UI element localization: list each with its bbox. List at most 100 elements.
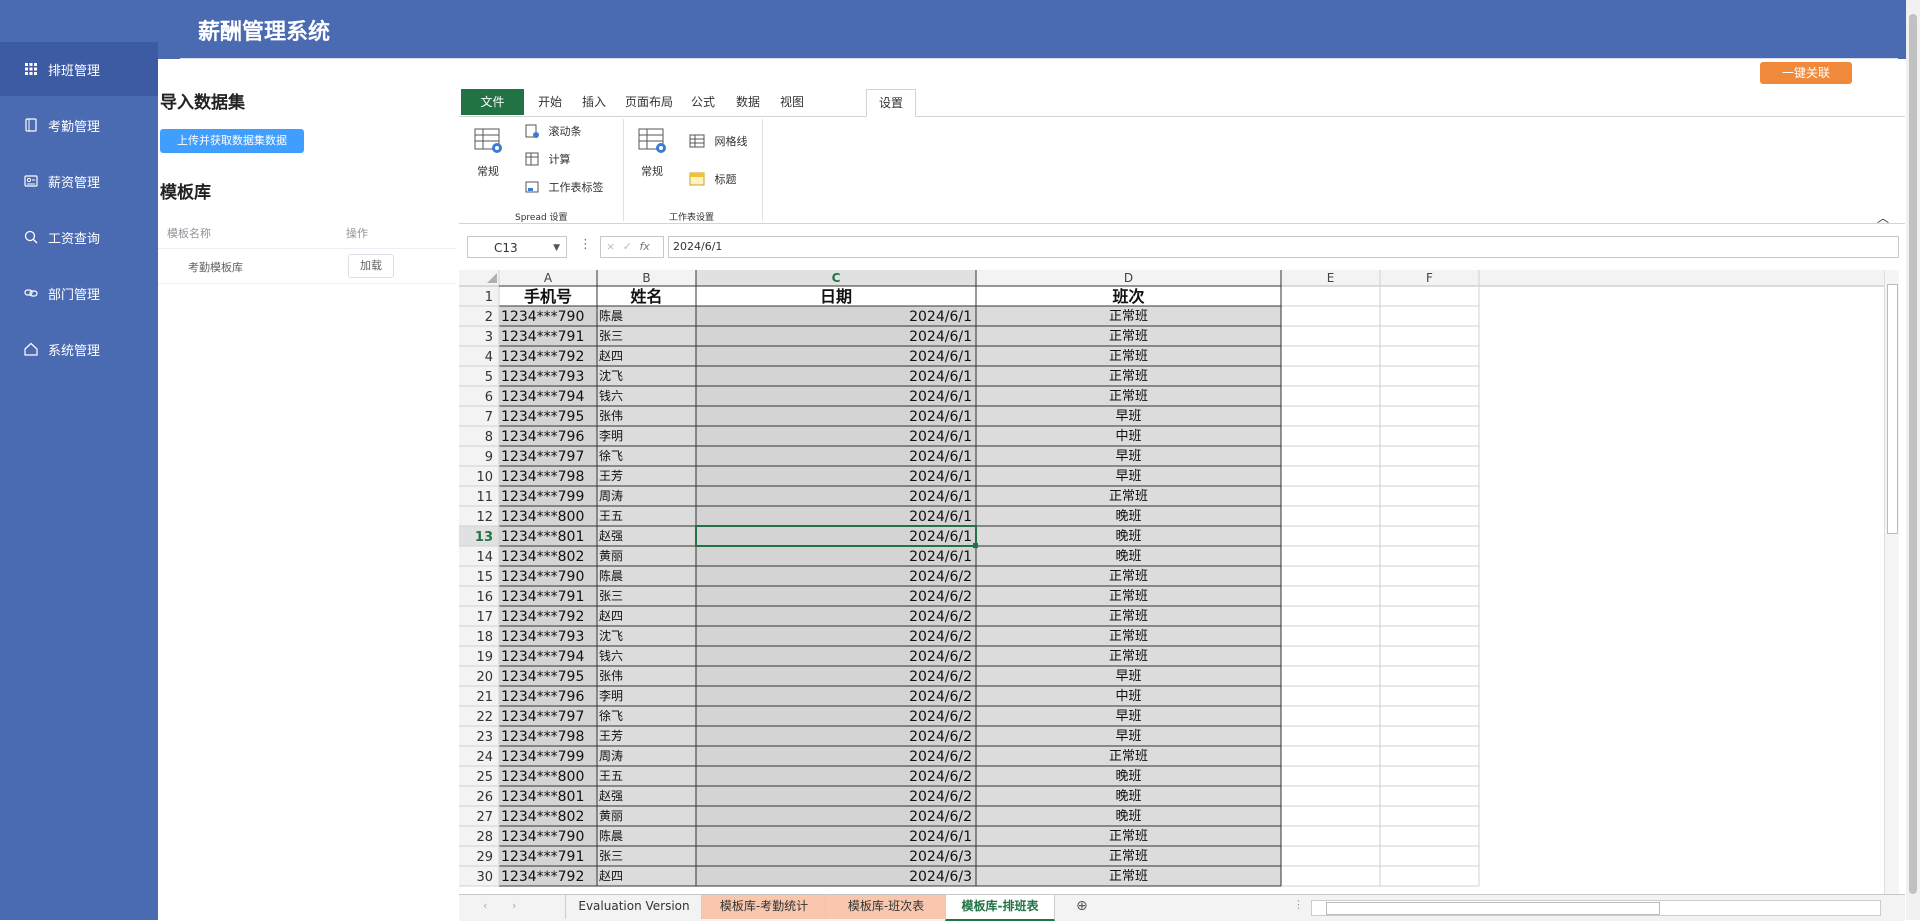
gridlines-setting-button[interactable]: 网格线 [689, 133, 748, 151]
sheet-tab-schedule[interactable]: 模板库-排班表 [945, 895, 1055, 921]
row-header-29[interactable]: 29 [476, 850, 493, 865]
row-header-3[interactable]: 3 [485, 330, 493, 345]
row-header-12[interactable]: 12 [476, 510, 493, 525]
cell-phone[interactable]: 1234***796 [501, 429, 584, 445]
row-header-27[interactable]: 27 [476, 810, 493, 825]
column-header-d[interactable]: D [1124, 271, 1133, 285]
cell-date[interactable]: 2024/6/2 [909, 749, 972, 765]
row-header-16[interactable]: 16 [476, 590, 493, 605]
tab-splitter-icon[interactable]: ⋮ [1293, 898, 1304, 911]
cell-shift[interactable]: 中班 [1115, 689, 1141, 704]
cell-name[interactable]: 王五 [599, 769, 623, 783]
row-header-1[interactable]: 1 [485, 290, 493, 305]
cancel-icon[interactable]: × [606, 240, 615, 253]
vertical-scrollbar[interactable] [1884, 270, 1899, 894]
cell-name[interactable]: 周涛 [599, 488, 623, 503]
cell-phone[interactable]: 1234***791 [501, 589, 584, 605]
calculation-setting-button[interactable]: 计算 [525, 151, 571, 169]
cell-name[interactable]: 沈飞 [599, 628, 623, 643]
cell-name[interactable]: 陈晨 [599, 568, 623, 583]
cell-shift[interactable]: 正常班 [1109, 849, 1148, 864]
cell-shift[interactable]: 正常班 [1109, 369, 1148, 384]
cell-date[interactable]: 2024/6/1 [909, 489, 972, 505]
cell-name[interactable]: 张伟 [599, 669, 623, 683]
cell-shift[interactable]: 正常班 [1109, 869, 1148, 884]
sidebar-item-department[interactable]: 部门管理 [0, 266, 158, 320]
row-header-2[interactable]: 2 [485, 310, 493, 325]
formula-input[interactable]: 2024/6/1 [668, 236, 1899, 258]
sheet-tab-shift-table[interactable]: 模板库-班次表 [825, 895, 946, 919]
headers-setting-button[interactable]: 标题 [689, 171, 737, 189]
cell-shift[interactable]: 晚班 [1115, 549, 1141, 564]
cell-phone[interactable]: 1234***790 [501, 829, 584, 845]
row-header-19[interactable]: 19 [476, 650, 493, 665]
cell-shift[interactable]: 晚班 [1115, 509, 1141, 524]
sidebar-item-scheduling[interactable]: 排班管理 [0, 42, 158, 96]
cell-phone[interactable]: 1234***792 [501, 609, 584, 625]
cell-name[interactable]: 赵强 [599, 789, 623, 803]
cell-date[interactable]: 2024/6/1 [909, 369, 972, 385]
cell-phone[interactable]: 1234***793 [501, 629, 584, 645]
cell-shift[interactable]: 正常班 [1109, 749, 1148, 764]
row-header-6[interactable]: 6 [485, 390, 493, 405]
cell-name[interactable]: 黄丽 [599, 549, 623, 563]
row-header-5[interactable]: 5 [485, 370, 493, 385]
tab-insert[interactable]: 插入 [572, 89, 616, 115]
cell-phone[interactable]: 1234***801 [501, 529, 584, 545]
cell-date[interactable]: 2024/6/2 [909, 789, 972, 805]
cell-name[interactable]: 李明 [599, 428, 623, 443]
horizontal-scroll-thumb[interactable] [1326, 902, 1660, 915]
cell-phone[interactable]: 1234***799 [501, 489, 584, 505]
cell-shift[interactable]: 早班 [1115, 409, 1141, 424]
cell-shift[interactable]: 早班 [1115, 669, 1141, 684]
sidebar-item-system[interactable]: 系统管理 [0, 322, 158, 376]
cell-date[interactable]: 2024/6/1 [909, 409, 972, 425]
row-header-26[interactable]: 26 [476, 790, 493, 805]
cell-date[interactable]: 2024/6/1 [909, 389, 972, 405]
cell-name[interactable]: 沈飞 [599, 368, 623, 383]
cell-date[interactable]: 2024/6/3 [909, 849, 972, 865]
cell-date[interactable]: 2024/6/2 [909, 649, 972, 665]
cell-shift[interactable]: 早班 [1115, 449, 1141, 464]
cell-grid[interactable]: A B C D E F1234567891011121314151617181920212… [459, 270, 1889, 895]
cell-phone[interactable]: 1234***795 [501, 409, 584, 425]
cell-shift[interactable]: 早班 [1115, 729, 1141, 744]
collapse-ribbon-icon[interactable]: ︿ [1877, 209, 1889, 226]
row-header-25[interactable]: 25 [476, 770, 493, 785]
row-header-8[interactable]: 8 [485, 430, 493, 445]
horizontal-scrollbar[interactable] [1311, 900, 1881, 916]
cell-shift[interactable]: 晚班 [1115, 789, 1141, 804]
cell-shift[interactable]: 正常班 [1109, 829, 1148, 844]
cell-name[interactable]: 徐飞 [599, 708, 623, 723]
cell-shift[interactable]: 早班 [1115, 469, 1141, 484]
cell-name[interactable]: 王芳 [599, 469, 623, 483]
load-template-button[interactable]: 加载 [348, 254, 394, 278]
cell-phone[interactable]: 1234***798 [501, 469, 584, 485]
vertical-scroll-thumb[interactable] [1887, 284, 1898, 534]
page-scroll-thumb[interactable] [1909, 14, 1917, 894]
add-sheet-icon[interactable]: ⊕ [1076, 898, 1088, 914]
cell-phone[interactable]: 1234***795 [501, 669, 584, 685]
row-header-4[interactable]: 4 [485, 350, 493, 365]
cell-phone[interactable]: 1234***799 [501, 749, 584, 765]
column-header-c[interactable]: C [832, 271, 841, 285]
scrollbar-setting-button[interactable]: 滚动条 [525, 123, 582, 141]
cell-phone[interactable]: 1234***790 [501, 569, 584, 585]
more-options-icon[interactable]: ⋮ [579, 237, 592, 252]
one-click-link-button[interactable]: 一键关联 [1760, 62, 1852, 84]
cell-date[interactable]: 2024/6/1 [909, 469, 972, 485]
row-header-9[interactable]: 9 [485, 450, 493, 465]
cell-phone[interactable]: 1234***800 [501, 509, 584, 525]
cell-name[interactable]: 张三 [599, 329, 623, 343]
upload-dataset-button[interactable]: 上传并获取数据集数据 [160, 129, 304, 153]
tab-page-layout[interactable]: 页面布局 [618, 89, 680, 115]
sheet-grid[interactable]: A B C D E F 1 2 3 4 5 6 7 8 9 10 11 12 13 14 15 16 17 18 19 20 21 2… [459, 270, 1905, 895]
cell-shift[interactable]: 早班 [1115, 709, 1141, 724]
sidebar-item-salary[interactable]: 薪资管理 [0, 154, 158, 208]
cell-shift[interactable]: 正常班 [1109, 649, 1148, 664]
cell-phone[interactable]: 1234***802 [501, 809, 584, 825]
sheet-tab-evaluation[interactable]: Evaluation Version [565, 895, 702, 919]
cell-shift[interactable]: 正常班 [1109, 309, 1148, 324]
cell-date[interactable]: 2024/6/1 [909, 529, 972, 545]
cell-date[interactable]: 2024/6/1 [909, 349, 972, 365]
